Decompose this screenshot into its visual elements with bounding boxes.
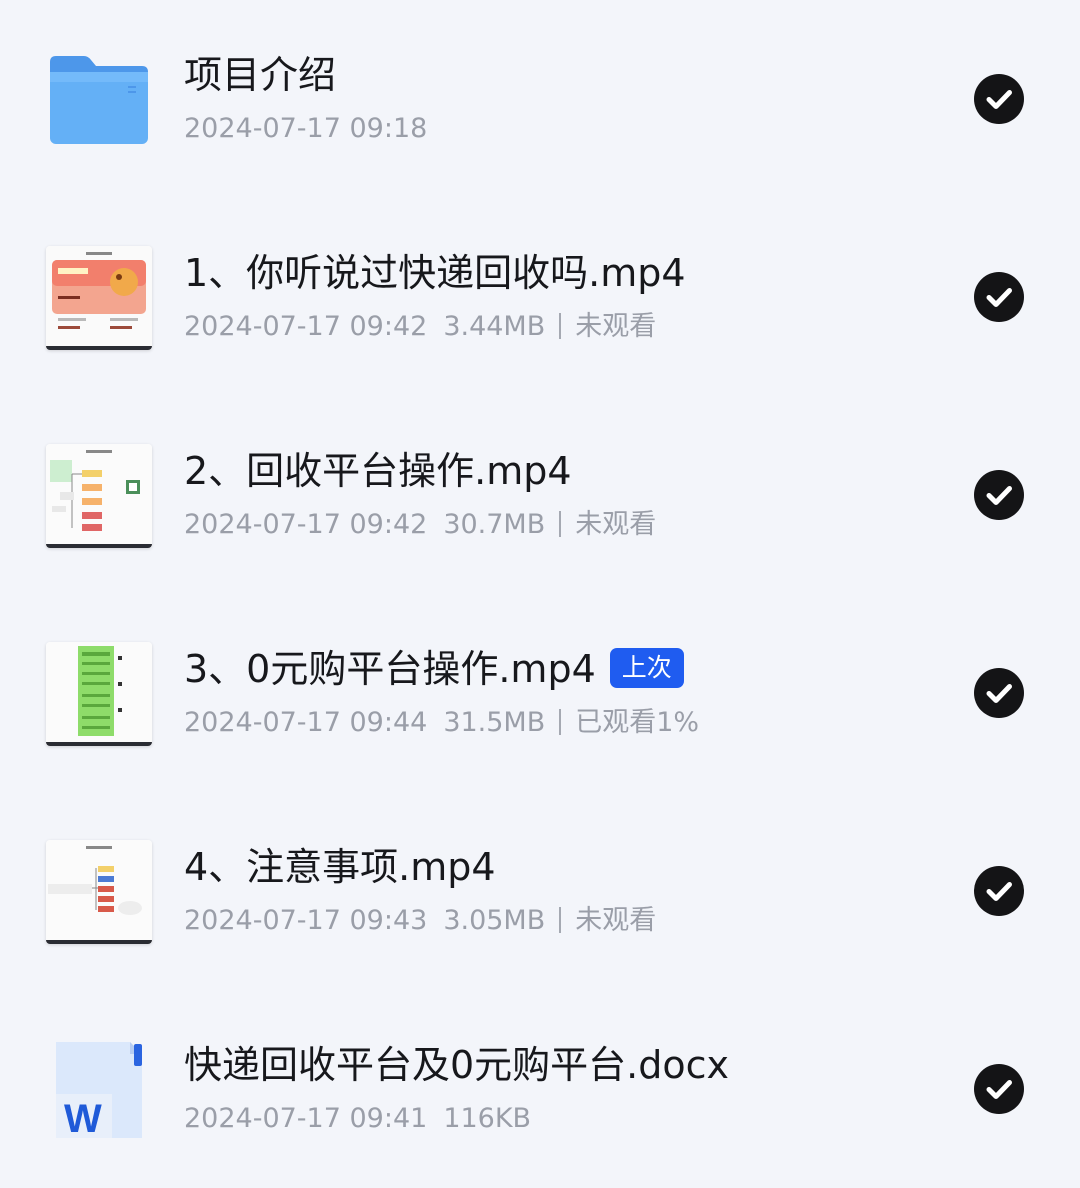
file-title: 3、0元购平台操作.mp4 上次 (184, 646, 684, 692)
file-size: 3.44MB (443, 311, 546, 342)
video-thumbnail (46, 246, 152, 350)
video-progress-bar (46, 346, 152, 350)
file-date: 2024-07-17 09:44 (184, 707, 428, 738)
file-row-docx[interactable]: W 快递回收平台及0元购平台.docx 2024-07-17 09:41 116K… (0, 990, 1080, 1188)
file-meta: 2024-07-17 09:43 3.05MB 未观看 (184, 904, 656, 938)
meta-divider (559, 511, 562, 537)
file-row-folder[interactable]: 项目介绍 2024-07-17 09:18 (0, 0, 1080, 198)
video-thumbnail (46, 642, 152, 746)
file-list: 项目介绍 2024-07-17 09:18 1、你听说过快递回收吗.mp4 20… (0, 0, 1080, 1179)
file-date: 2024-07-17 09:42 (184, 311, 428, 342)
file-meta: 2024-07-17 09:41 116KB (184, 1102, 531, 1136)
watch-status: 未观看 (575, 905, 657, 936)
file-row-video-4[interactable]: 4、注意事项.mp4 2024-07-17 09:43 3.05MB 未观看 (0, 792, 1080, 990)
check-icon[interactable] (974, 74, 1024, 124)
file-date: 2024-07-17 09:18 (184, 113, 428, 144)
last-watched-badge: 上次 (609, 648, 684, 688)
file-title: 2、回收平台操作.mp4 (184, 449, 572, 493)
file-title: 4、注意事项.mp4 (184, 845, 496, 889)
meta-divider (559, 313, 562, 339)
meta-divider (559, 907, 562, 933)
check-icon[interactable] (974, 272, 1024, 322)
meta-divider (559, 709, 562, 735)
video-progress-bar (46, 544, 152, 548)
check-icon[interactable] (974, 470, 1024, 520)
file-meta: 2024-07-17 09:42 3.44MB 未观看 (184, 310, 656, 344)
file-title: 快递回收平台及0元购平台.docx (184, 1043, 730, 1087)
folder-icon (46, 48, 152, 152)
file-row-video-1[interactable]: 1、你听说过快递回收吗.mp4 2024-07-17 09:42 3.44MB 未观… (0, 198, 1080, 396)
file-size: 31.5MB (443, 707, 546, 738)
watch-status: 未观看 (575, 509, 657, 540)
file-meta: 2024-07-17 09:18 (184, 112, 427, 146)
file-row-video-2[interactable]: 2、回收平台操作.mp4 2024-07-17 09:42 30.7MB 未观看 (0, 396, 1080, 594)
video-thumbnail (46, 840, 152, 944)
word-icon-letter: W (64, 1097, 102, 1141)
file-title: 1、你听说过快递回收吗.mp4 (184, 251, 686, 295)
check-icon[interactable] (974, 668, 1024, 718)
check-icon[interactable] (974, 1064, 1024, 1114)
watch-status: 已观看1% (575, 707, 700, 738)
word-doc-icon: W (46, 1038, 152, 1142)
video-progress-bar (46, 742, 152, 746)
file-size: 3.05MB (443, 905, 546, 936)
file-title: 项目介绍 (184, 53, 337, 97)
file-size: 116KB (443, 1103, 532, 1134)
video-thumbnail (46, 444, 152, 548)
watch-status: 未观看 (575, 311, 657, 342)
file-meta: 2024-07-17 09:44 31.5MB 已观看1% (184, 706, 699, 740)
file-title-text: 3、0元购平台操作.mp4 (184, 647, 596, 691)
check-icon[interactable] (974, 866, 1024, 916)
file-meta: 2024-07-17 09:42 30.7MB 未观看 (184, 508, 656, 542)
file-size: 30.7MB (443, 509, 546, 540)
file-date: 2024-07-17 09:42 (184, 509, 428, 540)
file-row-video-3[interactable]: 3、0元购平台操作.mp4 上次 2024-07-17 09:44 31.5MB 已观… (0, 594, 1080, 792)
video-progress-bar (46, 940, 152, 944)
file-date: 2024-07-17 09:43 (184, 905, 428, 936)
file-date: 2024-07-17 09:41 (184, 1103, 428, 1134)
